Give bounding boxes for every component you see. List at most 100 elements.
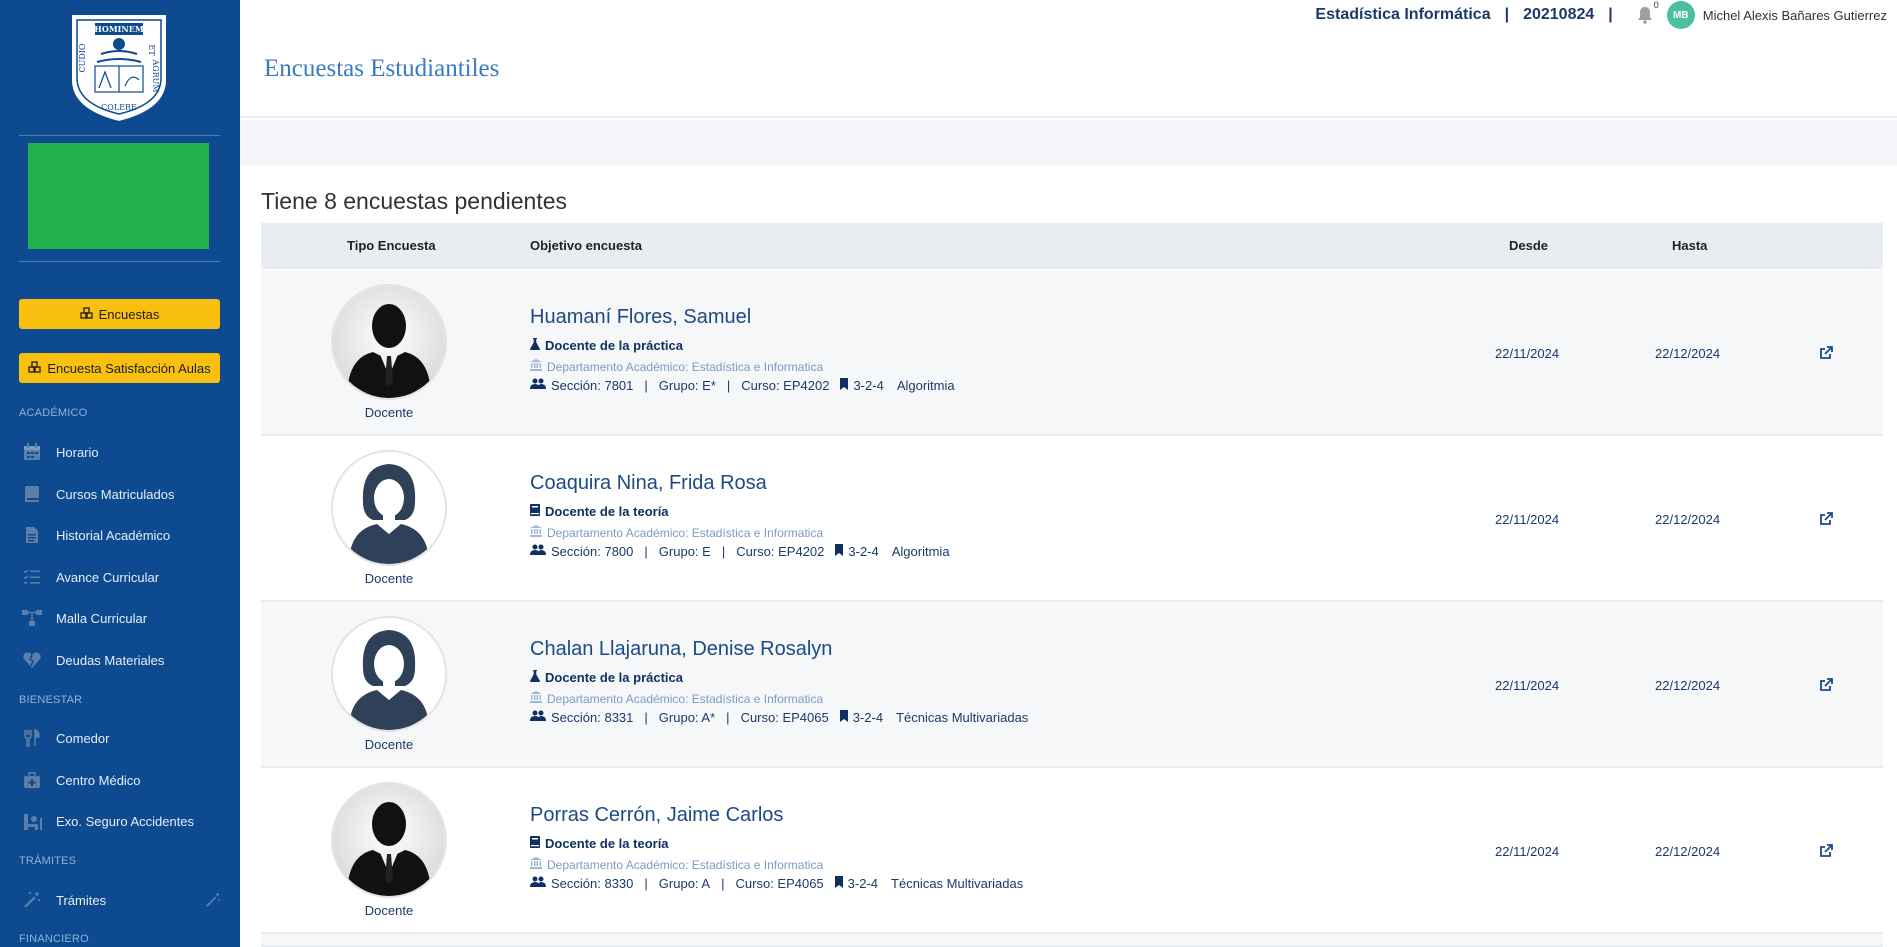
sidebar-item-label: Cursos Matriculados bbox=[56, 486, 175, 502]
date-to: 22/12/2024 bbox=[1655, 512, 1721, 527]
course-name: Técnicas Multivariadas bbox=[891, 876, 1024, 891]
department: Departamento Académico: Estadística e In… bbox=[530, 359, 823, 374]
pending-title: Tiene 8 encuestas pendientes bbox=[261, 188, 568, 214]
sidebar-item-malla-curricular[interactable]: Malla Curricular bbox=[0, 600, 240, 636]
sidebar-item-cursos-matriculados[interactable]: Cursos Matriculados bbox=[0, 476, 240, 512]
sidebar-item-comedor[interactable]: Comedor bbox=[0, 720, 240, 756]
user-area: Estadística Informática | 20210824 | 0 M… bbox=[1315, 0, 1887, 29]
book-icon bbox=[530, 836, 540, 851]
course-info: Sección: 7801 | Grupo: E* | Curso: EP420… bbox=[530, 378, 955, 393]
date-from: 22/11/2024 bbox=[1495, 512, 1560, 527]
group-label: Grupo: E bbox=[658, 544, 711, 559]
calendar-icon bbox=[20, 440, 44, 464]
date-from: 22/11/2024 bbox=[1495, 346, 1560, 361]
course-info: Sección: 8330 | Grupo: A | Curso: EP4065… bbox=[530, 876, 1023, 891]
date-from: 22/11/2024 bbox=[1495, 678, 1560, 693]
course-code: Curso: EP4202 bbox=[736, 544, 825, 559]
flask-icon bbox=[530, 670, 540, 685]
svg-text:HOMINEM: HOMINEM bbox=[94, 24, 144, 34]
divider: | bbox=[726, 710, 730, 725]
medkit-icon bbox=[20, 768, 44, 792]
svg-text:CUDIO: CUDIO bbox=[78, 43, 87, 72]
magic-wand-icon bbox=[20, 888, 44, 912]
external-link-icon[interactable] bbox=[1819, 844, 1835, 860]
book-icon bbox=[530, 504, 540, 519]
notification-count: 0 bbox=[1653, 0, 1659, 10]
sidebar-item-label: Malla Curricular bbox=[56, 610, 148, 626]
section-tramites: TRÁMITES bbox=[19, 855, 77, 867]
external-link-icon[interactable] bbox=[1819, 678, 1835, 694]
department-label: Departamento Académico: Estadística e In… bbox=[547, 359, 824, 374]
users-icon bbox=[530, 544, 546, 559]
encuestas-button-label: Encuestas bbox=[98, 306, 160, 322]
sidebar-item-label: Comedor bbox=[56, 730, 110, 746]
sidebar-item-tramites[interactable]: Trámites bbox=[0, 882, 240, 918]
sidebar-item-label: Centro Médico bbox=[56, 772, 141, 788]
department-label: Departamento Académico: Estadística e In… bbox=[547, 525, 824, 540]
teacher-photo bbox=[331, 782, 447, 898]
divider: | bbox=[644, 544, 648, 559]
sidebar-item-label: Deudas Materiales bbox=[56, 652, 165, 668]
encuestas-button[interactable]: Encuestas bbox=[19, 299, 220, 329]
bookmark-icon bbox=[839, 710, 848, 725]
wheelchair-icon bbox=[20, 809, 44, 833]
date-to: 22/12/2024 bbox=[1655, 844, 1721, 859]
users-icon bbox=[530, 378, 546, 393]
sidebar-item-historial-academico[interactable]: Historial Académico bbox=[0, 517, 240, 553]
table-row: Docente Coaquira Nina, Frida Rosa Docent… bbox=[261, 436, 1883, 602]
divider bbox=[19, 135, 220, 136]
sidebar-item-label: Trámites bbox=[56, 892, 107, 908]
survey-type: Docente bbox=[364, 571, 414, 586]
credits: 3-2-4 bbox=[848, 544, 879, 559]
teacher-photo bbox=[331, 450, 447, 566]
teacher-role: Docente de la teoría bbox=[530, 504, 669, 519]
university-icon bbox=[530, 691, 542, 706]
encuesta-satisfaccion-button[interactable]: Encuesta Satisfacción Aulas bbox=[19, 353, 220, 383]
section-number: Sección: 8330 bbox=[551, 876, 634, 891]
section-number: Sección: 8331 bbox=[551, 710, 634, 725]
column-tipo: Tipo Encuesta bbox=[347, 238, 436, 253]
teacher-name[interactable]: Huamaní Flores, Samuel bbox=[530, 306, 751, 329]
sidebar-item-avance-curricular[interactable]: Avance Curricular bbox=[0, 559, 240, 595]
teacher-photo bbox=[331, 284, 447, 400]
divider: | bbox=[644, 378, 648, 393]
date-from: 22/11/2024 bbox=[1495, 844, 1560, 859]
user-name[interactable]: Michel Alexis Bañares Gutierrez bbox=[1703, 8, 1887, 23]
divider: | bbox=[644, 710, 648, 725]
department: Departamento Académico: Estadística e In… bbox=[530, 857, 823, 872]
divider: | bbox=[726, 378, 731, 393]
course-code: Curso: EP4202 bbox=[741, 378, 830, 393]
university-logo[interactable]: HOMINEM ET AGRUM CUDIO COLERE bbox=[67, 10, 171, 125]
cubes-icon bbox=[79, 306, 93, 322]
survey-type: Docente bbox=[364, 903, 414, 918]
external-link-icon[interactable] bbox=[1819, 346, 1835, 362]
table-row: Docente Porras Cerrón, Jaime Carlos Doce… bbox=[261, 768, 1883, 934]
date-to: 22/12/2024 bbox=[1655, 678, 1721, 693]
teacher-name[interactable]: Coaquira Nina, Frida Rosa bbox=[530, 472, 767, 495]
avatar[interactable]: MB bbox=[1666, 1, 1695, 29]
university-icon bbox=[530, 857, 542, 872]
teacher-name[interactable]: Chalan Llajaruna, Denise Rosalyn bbox=[530, 638, 832, 661]
divider bbox=[19, 261, 220, 262]
sidebar-item-centro-medico[interactable]: Centro Médico bbox=[0, 762, 240, 798]
course-info: Sección: 7800 | Grupo: E | Curso: EP4202… bbox=[530, 544, 950, 559]
sidebar-item-deudas-materiales[interactable]: Deudas Materiales bbox=[0, 642, 240, 678]
teacher-role-label: Docente de la teoría bbox=[545, 504, 669, 519]
header: Encuestas Estudiantiles Estadística Info… bbox=[240, 0, 1897, 118]
table-row bbox=[261, 934, 1883, 947]
sidebar-item-horario[interactable]: Horario bbox=[0, 434, 240, 470]
teacher-name[interactable]: Porras Cerrón, Jaime Carlos bbox=[530, 804, 783, 827]
teacher-role: Docente de la teoría bbox=[530, 836, 669, 851]
checklist-icon bbox=[20, 565, 44, 589]
magic-wand-icon bbox=[204, 891, 222, 914]
sidebar-item-exo-seguro[interactable]: Exo. Seguro Accidentes bbox=[0, 803, 240, 839]
banner-placeholder bbox=[28, 143, 209, 249]
teacher-role-label: Docente de la práctica bbox=[545, 670, 683, 685]
teacher-role-label: Docente de la teoría bbox=[545, 836, 669, 851]
course-name: Algoritmia bbox=[891, 544, 950, 559]
bell-icon[interactable]: 0 bbox=[1637, 0, 1659, 24]
credits: 3-2-4 bbox=[847, 876, 879, 891]
teacher-role: Docente de la práctica bbox=[530, 670, 683, 685]
external-link-icon[interactable] bbox=[1819, 512, 1835, 528]
book-icon bbox=[20, 482, 44, 506]
